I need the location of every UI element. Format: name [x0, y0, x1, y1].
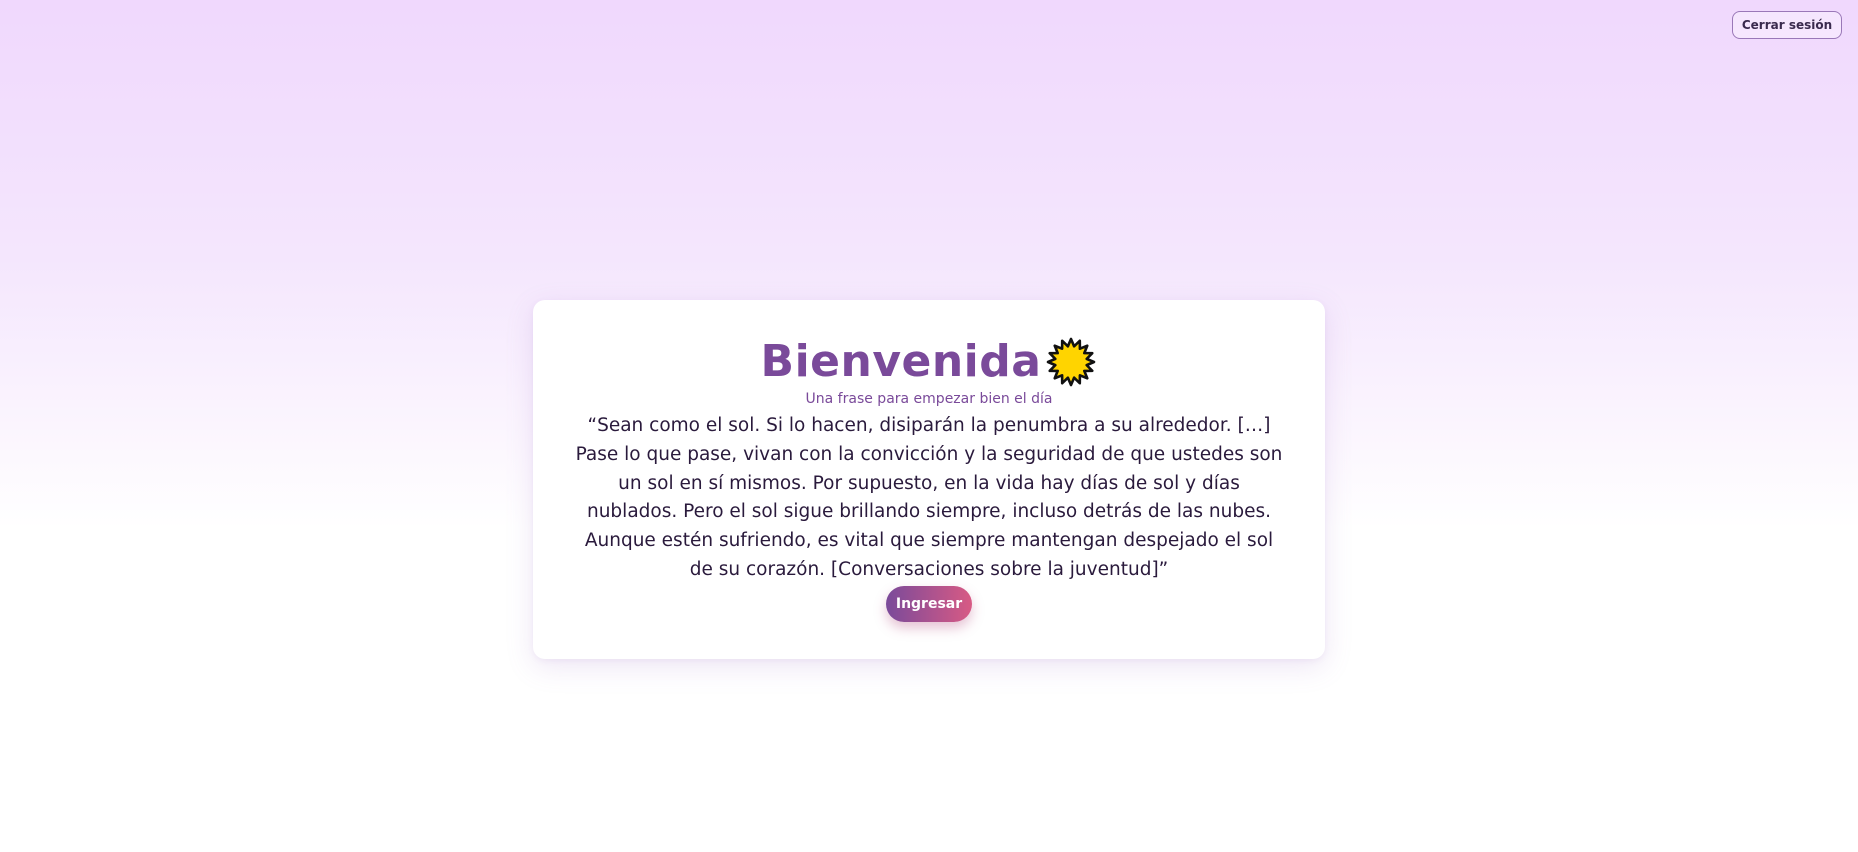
sun-icon: [1045, 336, 1097, 388]
subtitle: Una frase para empezar bien el día: [805, 391, 1053, 407]
welcome-card: Bienvenida Una frase para empezar bien e…: [533, 300, 1325, 659]
page-title: Bienvenida: [760, 336, 1042, 387]
enter-button[interactable]: Ingresar: [886, 586, 972, 622]
title-row: Bienvenida: [533, 334, 1325, 390]
quote-text: “Sean como el sol. Si lo hacen, disipará…: [575, 415, 1283, 580]
logout-button[interactable]: Cerrar sesión: [1732, 11, 1842, 39]
